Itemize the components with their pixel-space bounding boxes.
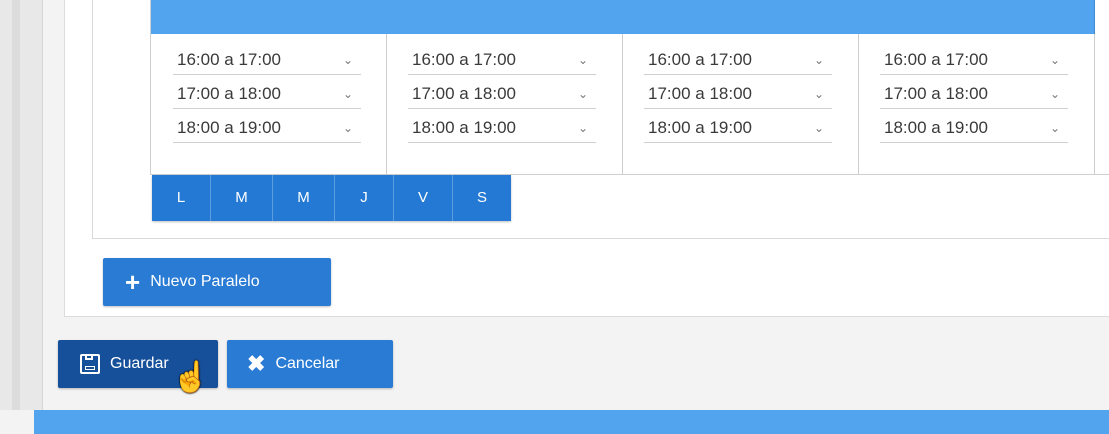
hand-pointer-icon: ☝ <box>172 361 210 394</box>
time-slot-label: 18:00 a 19:00 <box>412 118 516 137</box>
time-slot-select[interactable]: 17:00 a 18:00 ⌄ <box>408 80 596 109</box>
cancelar-label: Cancelar <box>275 355 340 372</box>
page: 16:00 a 17:00 ⌄ 17:00 a 18:00 ⌄ 18:00 a … <box>0 0 1109 434</box>
time-slot-label: 16:00 a 17:00 <box>177 50 281 69</box>
chevron-down-icon: ⌄ <box>813 87 824 101</box>
schedule-column: 16:00 a 17:00 ⌄ 17:00 a 18:00 ⌄ 18:00 a … <box>858 0 1095 174</box>
guardar-label: Guardar <box>110 355 169 372</box>
chevron-down-icon: ⌄ <box>1049 87 1060 101</box>
floppy-disk-icon <box>80 354 100 374</box>
day-toggle-group: L M M J V S <box>152 175 511 221</box>
day-button-martes[interactable]: M <box>211 175 273 221</box>
cancelar-button[interactable]: ✖ Cancelar <box>227 340 393 388</box>
nuevo-paralelo-button[interactable]: + Nuevo Paralelo <box>103 258 331 306</box>
day-button-viernes[interactable]: V <box>394 175 453 221</box>
day-column-header <box>151 0 387 34</box>
schedule-table: 16:00 a 17:00 ⌄ 17:00 a 18:00 ⌄ 18:00 a … <box>150 0 1109 175</box>
day-column-header <box>858 0 1095 34</box>
time-slot-select[interactable]: 16:00 a 17:00 ⌄ <box>644 46 832 75</box>
time-slot-label: 16:00 a 17:00 <box>412 50 516 69</box>
chevron-down-icon: ⌄ <box>813 53 824 67</box>
time-slot-label: 17:00 a 18:00 <box>884 84 988 103</box>
time-slot-select[interactable]: 17:00 a 18:00 ⌄ <box>173 80 361 109</box>
schedule-column: 16:00 a 17:00 ⌄ 17:00 a 18:00 ⌄ 18:00 a … <box>622 0 859 174</box>
time-slot-select[interactable]: 18:00 a 19:00 ⌄ <box>880 114 1068 143</box>
time-slot-select[interactable]: 18:00 a 19:00 ⌄ <box>644 114 832 143</box>
time-slot-select[interactable]: 18:00 a 19:00 ⌄ <box>173 114 361 143</box>
time-slot-label: 17:00 a 18:00 <box>177 84 281 103</box>
next-section-header <box>34 410 1109 434</box>
nuevo-paralelo-label: Nuevo Paralelo <box>150 273 260 290</box>
schedule-column: 16:00 a 17:00 ⌄ 17:00 a 18:00 ⌄ 18:00 a … <box>151 0 387 174</box>
chevron-down-icon: ⌄ <box>577 87 588 101</box>
day-button-miercoles[interactable]: M <box>273 175 335 221</box>
day-column-header <box>386 0 623 34</box>
time-slot-select[interactable]: 17:00 a 18:00 ⌄ <box>644 80 832 109</box>
time-slot-label: 18:00 a 19:00 <box>884 118 988 137</box>
close-icon: ✖ <box>247 351 266 376</box>
time-slot-label: 16:00 a 17:00 <box>884 50 988 69</box>
time-slot-select[interactable]: 16:00 a 17:00 ⌄ <box>173 46 361 75</box>
time-slot-label: 17:00 a 18:00 <box>648 84 752 103</box>
day-button-jueves[interactable]: J <box>335 175 394 221</box>
chevron-down-icon: ⌄ <box>813 121 824 135</box>
chevron-down-icon: ⌄ <box>1049 53 1060 67</box>
time-slot-label: 17:00 a 18:00 <box>412 84 516 103</box>
time-slot-label: 18:00 a 19:00 <box>648 118 752 137</box>
chevron-down-icon: ⌄ <box>577 53 588 67</box>
day-button-sabado[interactable]: S <box>453 175 511 221</box>
chevron-down-icon: ⌄ <box>342 87 353 101</box>
plus-icon: + <box>125 267 141 297</box>
day-button-lunes[interactable]: L <box>152 175 211 221</box>
time-slot-select[interactable]: 16:00 a 17:00 ⌄ <box>408 46 596 75</box>
chevron-down-icon: ⌄ <box>342 53 353 67</box>
left-scroll-strip <box>0 0 43 410</box>
time-slot-select[interactable]: 16:00 a 17:00 ⌄ <box>880 46 1068 75</box>
chevron-down-icon: ⌄ <box>342 121 353 135</box>
time-slot-select[interactable]: 18:00 a 19:00 ⌄ <box>408 114 596 143</box>
schedule-column: 16:00 a 17:00 ⌄ 17:00 a 18:00 ⌄ 18:00 a … <box>386 0 623 174</box>
time-slot-label: 16:00 a 17:00 <box>648 50 752 69</box>
chevron-down-icon: ⌄ <box>1049 121 1060 135</box>
chevron-down-icon: ⌄ <box>577 121 588 135</box>
time-slot-label: 18:00 a 19:00 <box>177 118 281 137</box>
day-column-header <box>622 0 859 34</box>
time-slot-select[interactable]: 17:00 a 18:00 ⌄ <box>880 80 1068 109</box>
